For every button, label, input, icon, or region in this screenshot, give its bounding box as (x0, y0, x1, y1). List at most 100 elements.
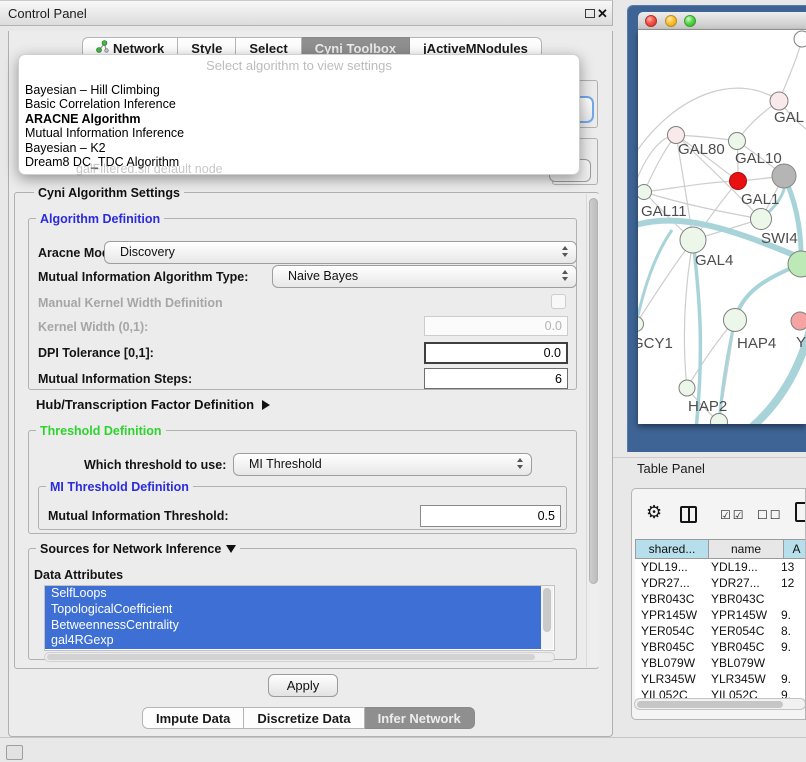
dropdown-item-list: Bayesian – Hill ClimbingBasic Correlatio… (25, 83, 573, 169)
data-attributes-list[interactable]: SelfLoopsTopologicalCoefficientBetweenne… (44, 585, 555, 651)
kernel-width-input[interactable] (424, 316, 568, 336)
table-cell: YLR345W (707, 671, 779, 687)
network-node[interactable] (730, 173, 747, 190)
mi-threshold-label: Mutual Information Threshold: (48, 509, 229, 523)
attributes-hscrollbar-thumb[interactable] (47, 654, 535, 660)
dropdown-item-basic-correlation-inference[interactable]: Basic Correlation Inference (25, 97, 573, 111)
network-node-label: HAP4 (737, 335, 776, 352)
network-node-gal4[interactable] (680, 227, 706, 253)
network-view-window[interactable]: GALGAL80GAL10GAL1GAL11GAL4SWI4GCY1HAP4YH… (627, 5, 806, 452)
which-threshold-label: Which threshold to use: (84, 458, 226, 472)
table-cell: YBR043C (635, 591, 707, 607)
table-hscrollbar-thumb[interactable] (637, 701, 783, 708)
network-node-y[interactable] (791, 312, 806, 330)
network-node-label: SWI4 (761, 230, 798, 247)
network-node-gcy1[interactable] (638, 317, 644, 332)
minimized-panel-icon[interactable] (6, 745, 23, 760)
which-threshold-combobox[interactable]: MI Threshold (233, 453, 532, 476)
close-icon[interactable]: ✕ (597, 1, 608, 26)
attributes-hscrollbar[interactable] (44, 652, 555, 662)
network-node-gal1[interactable] (751, 209, 772, 230)
table-cell: 9. (779, 607, 803, 623)
table-row[interactable]: YIL052CYIL052C9. (635, 687, 806, 698)
manual-kernel-checkbox[interactable] (551, 294, 566, 309)
attributes-list-scrollbar[interactable] (541, 586, 553, 649)
column-header-shared[interactable]: shared... (635, 539, 709, 559)
mi-steps-input[interactable] (424, 368, 568, 389)
attribute-item-topologicalcoefficient[interactable]: TopologicalCoefficient (45, 602, 542, 618)
table-cell: YDL19... (635, 559, 707, 575)
table-panel: ⚙ ☑☑ ☐☐ shared...nameA YDL19...YDL19...1… (631, 488, 806, 720)
mi-threshold-definition-title-text: MI Threshold Definition (50, 480, 189, 494)
float-panel-icon[interactable] (585, 9, 595, 18)
apply-button[interactable]: Apply (268, 674, 338, 697)
close-traffic-light-icon[interactable] (645, 15, 657, 27)
mi-type-combobox[interactable]: Naive Bayes (272, 265, 577, 288)
aracne-mode-value: Discovery (120, 242, 175, 263)
table-row[interactable]: YDL19...YDL19...13 (635, 559, 806, 575)
settings-scrollbar[interactable] (586, 194, 599, 667)
network-node[interactable] (794, 31, 806, 47)
table-cell: YDR27... (635, 575, 707, 591)
dropdown-item-aracne-algorithm[interactable]: ARACNE Algorithm (25, 112, 573, 126)
mi-threshold-definition-title: MI Threshold Definition (46, 480, 193, 494)
table-hscrollbar[interactable] (634, 698, 806, 710)
sources-group-title[interactable]: Sources for Network Inference (36, 542, 240, 556)
network-node-label: Y (796, 334, 806, 351)
attribute-item-betweennesscentrality[interactable]: BetweennessCentrality (45, 618, 542, 634)
checked-boxes-icon[interactable]: ☑☑ (720, 508, 746, 522)
network-canvas[interactable]: GALGAL80GAL10GAL1GAL11GAL4SWI4GCY1HAP4YH… (638, 30, 806, 424)
network-node-gal10[interactable] (729, 133, 746, 150)
dropdown-item-mutual-information-inference[interactable]: Mutual Information Inference (25, 126, 573, 140)
network-node-label: GAL10 (735, 150, 782, 167)
network-node-label: GAL11 (641, 203, 687, 220)
dropdown-item-bayesian-k2[interactable]: Bayesian – K2 (25, 141, 573, 155)
zoom-traffic-light-icon[interactable] (684, 15, 696, 27)
network-edge (684, 240, 693, 388)
aracne-mode-combobox[interactable]: Discovery (104, 241, 577, 264)
network-node[interactable] (711, 414, 728, 425)
table-row[interactable]: YBR045CYBR045C9. (635, 639, 806, 655)
table-row[interactable]: YBL079WYBL079W (635, 655, 806, 671)
column-header-a[interactable]: A (784, 539, 806, 559)
bottom-tab-bar: Impute DataDiscretize DataInfer Network (142, 707, 475, 729)
table-row[interactable]: YPR145WYPR145W9. (635, 607, 806, 623)
bottom-tab-infer-network[interactable]: Infer Network (365, 707, 475, 729)
threshold-definition-title: Threshold Definition (36, 424, 166, 438)
table-row[interactable]: YDR27...YDR27...12 (635, 575, 806, 591)
network-node-hap4[interactable] (724, 309, 747, 332)
document-icon[interactable] (795, 502, 806, 522)
gear-icon[interactable]: ⚙ (646, 503, 662, 521)
table-cell: YER054C (707, 623, 779, 639)
table-row[interactable]: YBR043CYBR043C (635, 591, 806, 607)
attribute-item-gal4rgexp[interactable]: gal4RGexp (45, 633, 542, 649)
table-row[interactable]: YLR345WYLR345W9. (635, 671, 806, 687)
bottom-tab-discretize-data[interactable]: Discretize Data (244, 707, 364, 729)
algorithm-definition-title-text: Algorithm Definition (40, 212, 160, 226)
network-node-label: GCY1 (638, 335, 673, 352)
minimize-traffic-light-icon[interactable] (665, 15, 677, 27)
kernel-width-label: Kernel Width (0,1): (38, 320, 148, 334)
dropdown-item-bayesian-hill-climbing[interactable]: Bayesian – Hill Climbing (25, 83, 573, 97)
column-header-name[interactable]: name (709, 539, 784, 559)
attribute-item-selfloops[interactable]: SelfLoops (45, 586, 542, 602)
mi-threshold-input[interactable] (420, 505, 561, 527)
threshold-definition-title-text: Threshold Definition (40, 424, 162, 438)
dpi-tolerance-label: DPI Tolerance [0,1]: (38, 346, 154, 360)
network-node-gal11[interactable] (638, 185, 652, 200)
dpi-tolerance-input[interactable] (424, 342, 568, 364)
table-row[interactable]: YER054CYER054C8. (635, 623, 806, 639)
bottom-tab-impute-data[interactable]: Impute Data (142, 707, 244, 729)
settings-scrollbar-thumb[interactable] (589, 198, 598, 584)
data-attributes-label: Data Attributes (34, 568, 123, 582)
control-panel-titlebar[interactable]: Control Panel ✕ (0, 0, 613, 26)
table-cell: YBR043C (707, 591, 779, 607)
network-node[interactable] (772, 164, 796, 188)
unchecked-boxes-icon[interactable]: ☐☐ (757, 508, 783, 522)
attributes-scrollbar-thumb[interactable] (543, 588, 551, 632)
network-node-hap2[interactable] (679, 380, 695, 396)
network-window-titlebar[interactable] (638, 12, 806, 30)
split-columns-icon[interactable] (680, 506, 697, 523)
network-node-gal[interactable] (770, 92, 788, 110)
hub-definition-toggle[interactable]: Hub/Transcription Factor Definition (36, 397, 270, 412)
